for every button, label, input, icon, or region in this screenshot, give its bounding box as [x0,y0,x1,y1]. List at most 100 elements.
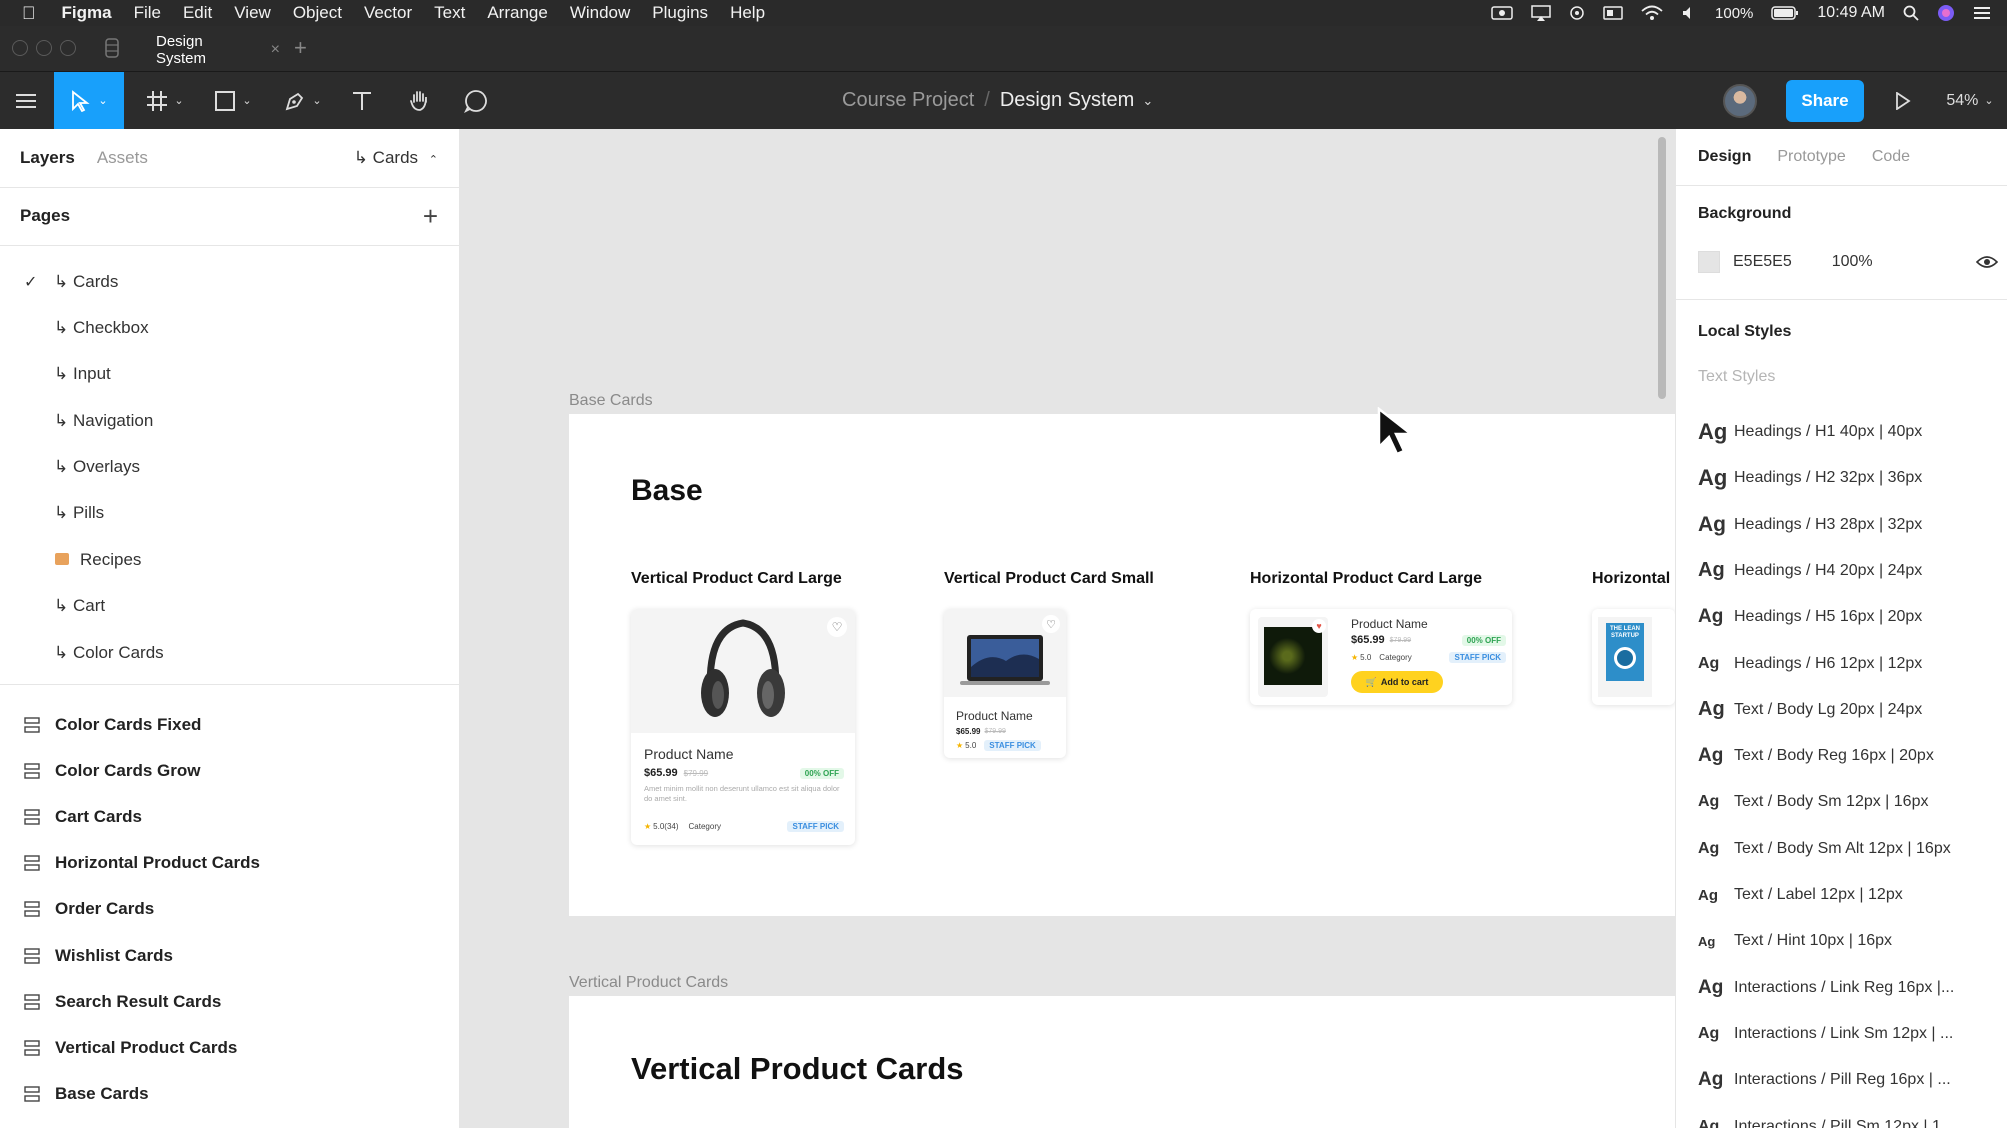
layer-item[interactable]: Vertical Product Cards [0,1030,460,1066]
control-center-icon[interactable] [1973,5,1991,21]
siri-icon[interactable] [1937,4,1955,22]
text-style-item[interactable]: Ag Interactions / Pill Reg 16px | ... [1698,1063,1998,1097]
share-button[interactable]: Share [1786,80,1864,122]
airplay-icon[interactable] [1531,5,1551,21]
page-item-input[interactable]: ↳ Input [0,356,460,392]
cursor-tool-icon[interactable] [1569,5,1585,21]
file-name[interactable]: Design System [1000,89,1135,112]
tab-design-system[interactable]: Design System × [140,33,280,67]
frame-label-vertical-product-cards[interactable]: Vertical Product Cards [569,974,728,992]
color-swatch[interactable] [1698,251,1720,273]
pen-tool-button[interactable]: ⌄ [278,72,328,129]
tab-prototype[interactable]: Prototype [1777,148,1845,166]
menu-help[interactable]: Help [730,3,765,23]
text-style-item[interactable]: Ag Interactions / Link Sm 12px | ... [1698,1017,1998,1051]
add-page-icon[interactable]: + [423,201,438,232]
text-tool-button[interactable] [344,72,380,129]
tab-code[interactable]: Code [1872,148,1910,166]
text-style-item[interactable]: Ag Headings / H5 16px | 20px [1698,600,1998,634]
project-name[interactable]: Course Project [842,89,974,112]
page-item-cards[interactable]: ✓ ↳ Cards [0,264,460,300]
layer-item[interactable]: Color Cards Fixed [0,707,460,743]
chevron-down-icon[interactable]: ⌄ [1142,93,1153,109]
layer-item[interactable]: Color Cards Grow [0,753,460,789]
page-selector[interactable]: ↳ Cards ⌃ [354,148,438,168]
frame-base-cards[interactable]: Base Vertical Product Card Large Vertica… [569,414,1675,916]
move-tool-button[interactable]: ⌄ [54,72,124,129]
shape-tool-button[interactable]: ⌄ [208,72,258,129]
search-icon[interactable] [1903,5,1919,21]
page-item-cart[interactable]: ↳ Cart [0,588,460,624]
window-close-button[interactable] [12,40,28,56]
menu-window[interactable]: Window [570,3,630,23]
menu-plugins[interactable]: Plugins [652,3,708,23]
page-item-color-cards[interactable]: ↳ Color Cards [0,635,460,671]
page-item-pills[interactable]: ↳ Pills [0,495,460,531]
window-zoom-button[interactable] [60,40,76,56]
text-style-item[interactable]: Ag Interactions / Pill Sm 12px | 1... [1698,1110,1998,1128]
zoom-dropdown[interactable]: 54% ⌄ [1940,72,2000,129]
favorite-button[interactable]: ♡ [827,617,847,637]
main-menu-button[interactable] [8,72,44,129]
text-style-item[interactable]: Ag Text / Hint 10px | 16px [1698,924,1998,958]
layer-item[interactable]: Cart Cards [0,799,460,835]
menu-app-figma[interactable]: Figma [62,3,112,23]
page-item-overlays[interactable]: ↳ Overlays [0,449,460,485]
apple-icon[interactable]:  [22,3,36,24]
vertical-product-card-small[interactable]: ♡ Product Name $65.99 $79.99 ★ 5.0 STAFF… [944,609,1066,758]
layer-item[interactable]: Base Cards [0,1076,460,1112]
frame-tool-button[interactable]: ⌄ [140,72,190,129]
present-button[interactable] [1888,72,1918,129]
horizontal-product-card-partial[interactable]: THE LEAN STARTUP [1592,609,1675,705]
horizontal-product-card-large[interactable]: ♥ Product Name $65.99 $79.99 00% OFF ★ 5… [1250,609,1512,705]
text-style-item[interactable]: Ag Text / Body Reg 16px | 20px [1698,739,1998,773]
background-fill-row[interactable]: E5E5E5 100% [1698,245,1998,279]
text-style-item[interactable]: Ag Text / Body Sm 12px | 16px [1698,785,1998,819]
close-tab-icon[interactable]: × [271,41,280,59]
text-style-item[interactable]: Ag Text / Label 12px | 12px [1698,878,1998,912]
layer-item[interactable]: Horizontal Product Cards [0,845,460,881]
layer-item[interactable]: Wishlist Cards [0,938,460,974]
bg-hex-value[interactable]: E5E5E5 [1733,253,1792,271]
text-style-item[interactable]: Ag Text / Body Sm Alt 12px | 16px [1698,832,1998,866]
text-style-item[interactable]: Ag Headings / H3 28px | 32px [1698,508,1998,542]
canvas[interactable]: Base Cards Base Vertical Product Card La… [460,129,1675,1128]
hand-tool-button[interactable] [400,72,440,129]
new-tab-icon[interactable]: + [294,35,307,61]
menu-arrange[interactable]: Arrange [487,3,547,23]
wifi-icon[interactable] [1641,5,1663,21]
display-icon[interactable] [1603,5,1623,21]
bg-opacity-value[interactable]: 100% [1832,253,1873,271]
vertical-product-card-large[interactable]: ♡ Product Name $65.99 $79.99 00% OFF Ame… [631,609,855,845]
tab-assets[interactable]: Assets [97,148,148,168]
frame-label-base-cards[interactable]: Base Cards [569,392,653,410]
battery-icon[interactable] [1771,6,1799,20]
page-item-navigation[interactable]: ↳ Navigation [0,403,460,439]
menu-view[interactable]: View [234,3,271,23]
menu-file[interactable]: File [134,3,161,23]
volume-icon[interactable] [1681,5,1697,21]
menu-text[interactable]: Text [434,3,465,23]
page-item-recipes[interactable]: Recipes [0,542,460,578]
figma-home-icon[interactable] [105,38,119,58]
layer-item[interactable]: Search Result Cards [0,984,460,1020]
text-style-item[interactable]: Ag Headings / H6 12px | 12px [1698,647,1998,681]
favorite-button[interactable]: ♥ [1312,619,1326,633]
eye-icon[interactable] [1976,255,1998,269]
text-style-item[interactable]: Ag Headings / H2 32px | 36px [1698,461,1998,495]
canvas-scrollbar[interactable] [1658,137,1666,399]
text-style-item[interactable]: Ag Headings / H4 20px | 24px [1698,554,1998,588]
menu-vector[interactable]: Vector [364,3,412,23]
layer-item[interactable]: Order Cards [0,891,460,927]
text-style-item[interactable]: Ag Interactions / Link Reg 16px |... [1698,971,1998,1005]
page-item-checkbox[interactable]: ↳ Checkbox [0,310,460,346]
text-style-item[interactable]: Ag Text / Body Lg 20px | 24px [1698,693,1998,727]
favorite-button[interactable]: ♡ [1042,615,1060,633]
add-to-cart-button[interactable]: 🛒 Add to cart [1351,671,1443,693]
tab-design[interactable]: Design [1698,148,1751,166]
menu-edit[interactable]: Edit [183,3,212,23]
screen-record-icon[interactable] [1491,5,1513,21]
comment-tool-button[interactable] [456,72,496,129]
avatar[interactable] [1723,84,1757,118]
tab-layers[interactable]: Layers [20,148,75,168]
